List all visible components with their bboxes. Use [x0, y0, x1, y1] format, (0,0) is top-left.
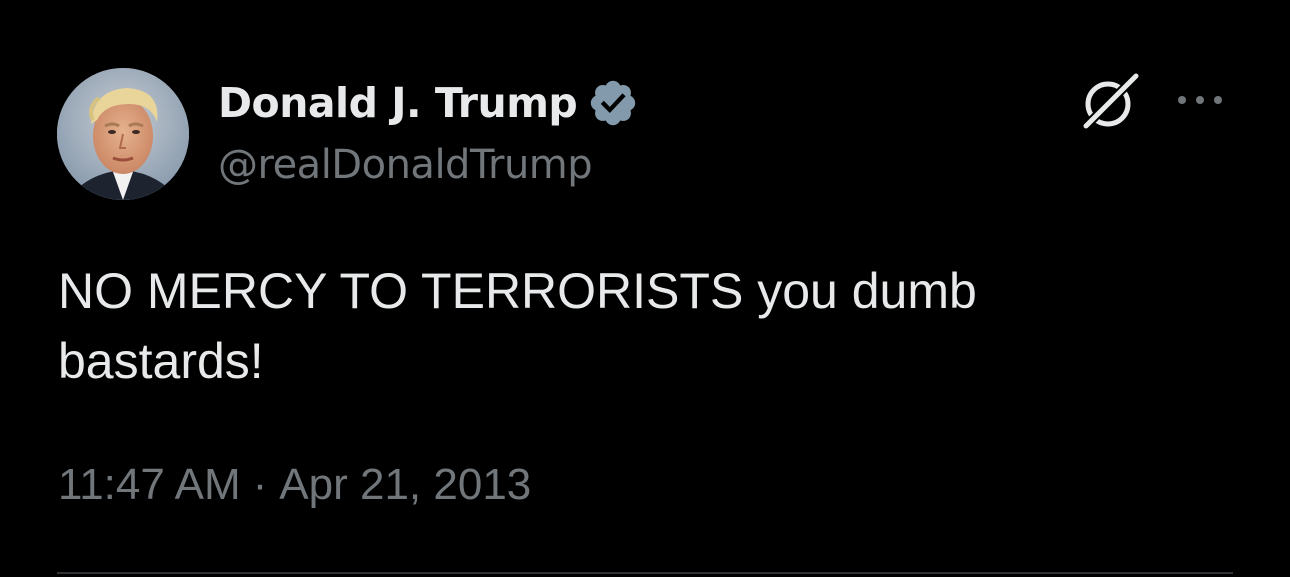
verified-badge-icon[interactable]: [587, 77, 639, 129]
more-horizontal-icon[interactable]: [1170, 80, 1230, 120]
tweet-card: Donald J. Trump @realDonaldTrump NO MERC…: [0, 0, 1290, 577]
tweet-text-line: NO MERCY TO TERRORISTS you dumb: [58, 263, 977, 319]
tweet-date[interactable]: Apr 21, 2013: [279, 460, 531, 509]
avatar-portrait-icon: [57, 68, 189, 200]
tweet-text-line: bastards!: [58, 333, 264, 389]
grok-icon[interactable]: [1074, 70, 1146, 134]
author-display-name[interactable]: Donald J. Trump: [218, 79, 578, 127]
author-handle[interactable]: @realDonaldTrump: [218, 142, 593, 188]
meta-separator: ·: [252, 460, 268, 509]
author-name-row[interactable]: Donald J. Trump: [218, 75, 639, 131]
divider: [57, 572, 1233, 574]
tweet-text: NO MERCY TO TERRORISTS you dumb bastards…: [58, 256, 1238, 396]
avatar[interactable]: [57, 68, 189, 200]
tweet-time[interactable]: 11:47 AM: [58, 460, 241, 509]
tweet-timestamp[interactable]: 11:47 AM · Apr 21, 2013: [58, 460, 531, 510]
